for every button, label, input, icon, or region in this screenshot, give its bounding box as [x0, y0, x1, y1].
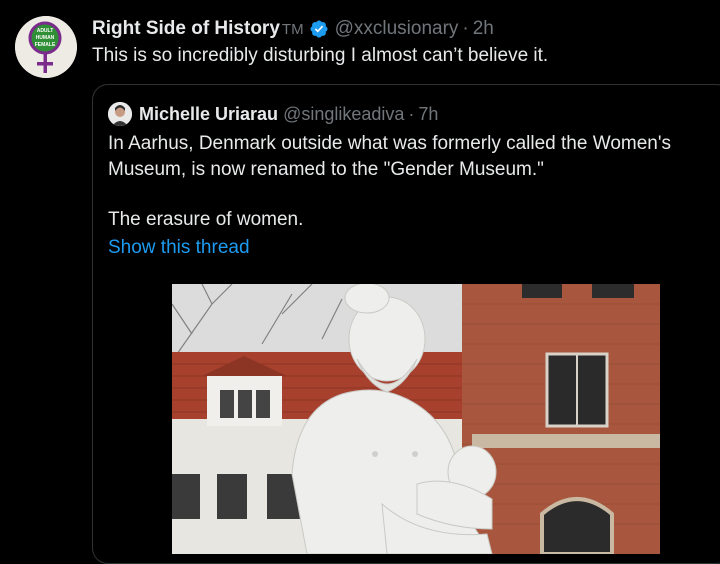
quoted-tweet-header: Michelle Uriarau @singlikeadiva · 7h	[108, 101, 438, 127]
quoted-text-paragraph-1: In Aarhus, Denmark outside what was form…	[108, 133, 671, 180]
author-handle[interactable]: @xxclusionary	[335, 18, 459, 40]
quoted-separator-dot: ·	[408, 103, 415, 124]
tweet-timestamp[interactable]: 2h	[473, 18, 494, 40]
separator-dot: ·	[462, 18, 469, 39]
quoted-tweet[interactable]: Michelle Uriarau @singlikeadiva · 7h In …	[92, 84, 720, 564]
quoted-tweet-photo[interactable]	[172, 284, 660, 554]
trademark-label: TM	[281, 20, 304, 38]
tweet-text: This is so incredibly disturbing I almos…	[92, 45, 549, 66]
quoted-tweet-text: In Aarhus, Denmark outside what was form…	[108, 131, 708, 233]
verified-badge-icon	[310, 20, 328, 38]
quoted-author-handle: @singlikeadiva	[283, 103, 405, 124]
tweet-header: Right Side of History TM @xxclusionary ·…	[92, 16, 494, 42]
quoted-tweet-timestamp: 7h	[418, 103, 439, 124]
author-avatar[interactable]: ADULT HUMAN FEMALE	[15, 16, 77, 78]
avatar-text-3: FEMALE	[35, 42, 56, 48]
author-display-name[interactable]: Right Side of History	[92, 18, 280, 40]
quoted-author-avatar	[108, 102, 132, 126]
show-thread-link[interactable]: Show this thread	[108, 237, 250, 259]
avatar-text-2: HUMAN	[36, 35, 55, 41]
quoted-text-paragraph-2: The erasure of women.	[108, 209, 304, 230]
avatar-text-1: ADULT	[37, 28, 54, 34]
quoted-author-display-name: Michelle Uriarau	[139, 103, 279, 124]
